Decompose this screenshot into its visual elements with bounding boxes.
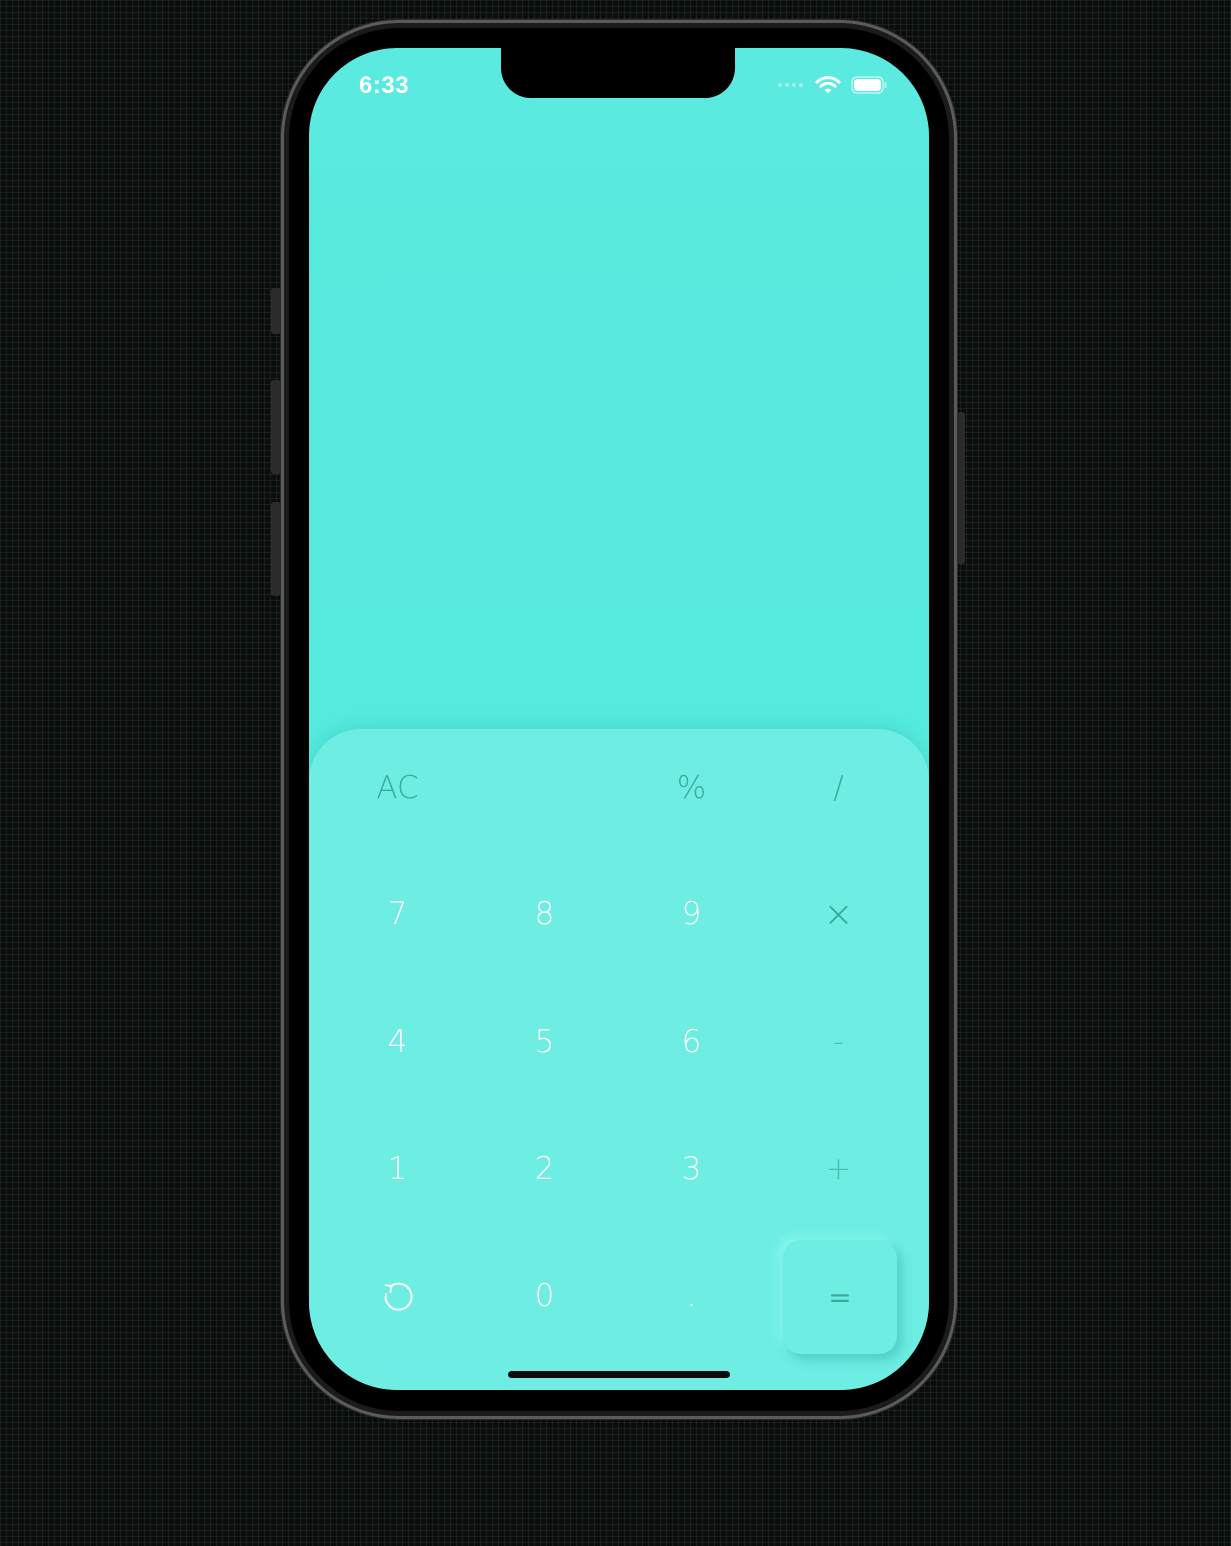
battery-icon <box>851 76 887 94</box>
wifi-icon <box>815 76 841 94</box>
equals-button[interactable]: = <box>783 1240 897 1354</box>
multiply-button[interactable]: × <box>765 859 912 969</box>
power-button <box>957 412 965 564</box>
notch <box>501 48 735 98</box>
digit-4-button[interactable]: 4 <box>324 987 471 1097</box>
digit-5-button[interactable]: 5 <box>471 987 618 1097</box>
volume-down-button <box>271 502 281 596</box>
signal-icon <box>778 83 803 87</box>
digit-1-button[interactable]: 1 <box>324 1114 471 1224</box>
plus-button[interactable]: + <box>765 1114 912 1224</box>
clear-button[interactable]: AC <box>324 733 471 843</box>
status-time: 6:33 <box>359 72 410 99</box>
digit-9-button[interactable]: 9 <box>618 859 765 969</box>
minus-button[interactable]: - <box>765 987 912 1097</box>
calculator-screen: 6:33 AC % / 7 8 9 × 4 5 6 - 1 2 3 + 0 . … <box>309 48 929 1390</box>
silent-switch <box>271 288 281 334</box>
digit-8-button[interactable]: 8 <box>471 859 618 969</box>
digit-0-button[interactable]: 0 <box>471 1241 618 1351</box>
digit-7-button[interactable]: 7 <box>324 859 471 969</box>
percent-button[interactable]: % <box>618 733 765 843</box>
digit-2-button[interactable]: 2 <box>471 1114 618 1224</box>
volume-up-button <box>271 380 281 474</box>
digit-3-button[interactable]: 3 <box>618 1114 765 1224</box>
undo-icon <box>384 1282 413 1311</box>
undo-button[interactable] <box>324 1241 471 1351</box>
divide-button[interactable]: / <box>765 733 912 843</box>
home-indicator[interactable] <box>508 1371 730 1378</box>
decimal-button[interactable]: . <box>618 1241 765 1351</box>
digit-6-button[interactable]: 6 <box>618 987 765 1097</box>
keypad: AC % / 7 8 9 × 4 5 6 - 1 2 3 + 0 . = <box>309 729 929 1390</box>
status-icons <box>778 74 887 96</box>
